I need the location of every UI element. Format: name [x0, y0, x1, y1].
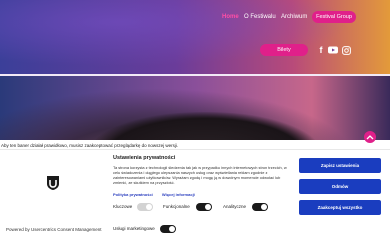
- main-nav: Home O Festiwalu Archiwum Festival Group: [0, 11, 390, 26]
- toggle-label-functional: Funkcjonalne: [163, 204, 190, 209]
- toggle-label-marketing: Usługi marketingowe: [113, 226, 155, 231]
- toggle-functional[interactable]: [196, 203, 212, 211]
- scroll-top-button[interactable]: [364, 131, 376, 143]
- facebook-icon[interactable]: f: [316, 45, 326, 55]
- powered-by-text: Powered by Usercentrics Consent Manageme…: [6, 227, 102, 232]
- deny-button[interactable]: Odmów: [299, 179, 381, 194]
- nav-archiwum[interactable]: Archiwum: [281, 14, 307, 20]
- nav-home[interactable]: Home: [222, 14, 239, 20]
- youtube-icon[interactable]: [328, 45, 338, 55]
- save-settings-button[interactable]: Zapisz ustawienia: [299, 158, 381, 173]
- toggle-analytics[interactable]: [252, 203, 268, 211]
- nav-o-festiwalu[interactable]: O Festiwalu: [244, 14, 276, 20]
- privacy-policy-link[interactable]: Polityka prywatności: [113, 192, 153, 197]
- toggle-label-essential: Kluczowe: [113, 204, 133, 209]
- toggle-essential: [137, 203, 153, 211]
- consent-body: Ta strona korzysta z technologii śledzen…: [113, 165, 287, 186]
- consent-links: Polityka prywatności Więcej informacji: [113, 192, 203, 197]
- consent-title: Ustawienia prywatności: [113, 155, 176, 161]
- toggle-label-analytics: Analityczne: [223, 204, 247, 209]
- chevron-up-icon: [366, 135, 374, 140]
- accept-all-button[interactable]: Zaakceptuj wszystko: [299, 200, 381, 215]
- toggle-marketing[interactable]: [160, 225, 176, 233]
- usercentrics-shield-icon: [45, 175, 61, 191]
- tickets-button[interactable]: Bilety: [260, 44, 308, 56]
- instagram-icon[interactable]: [341, 45, 351, 55]
- nav-festival-group-button[interactable]: Festival Group: [312, 11, 356, 23]
- more-info-link[interactable]: Więcej informacji: [162, 192, 195, 197]
